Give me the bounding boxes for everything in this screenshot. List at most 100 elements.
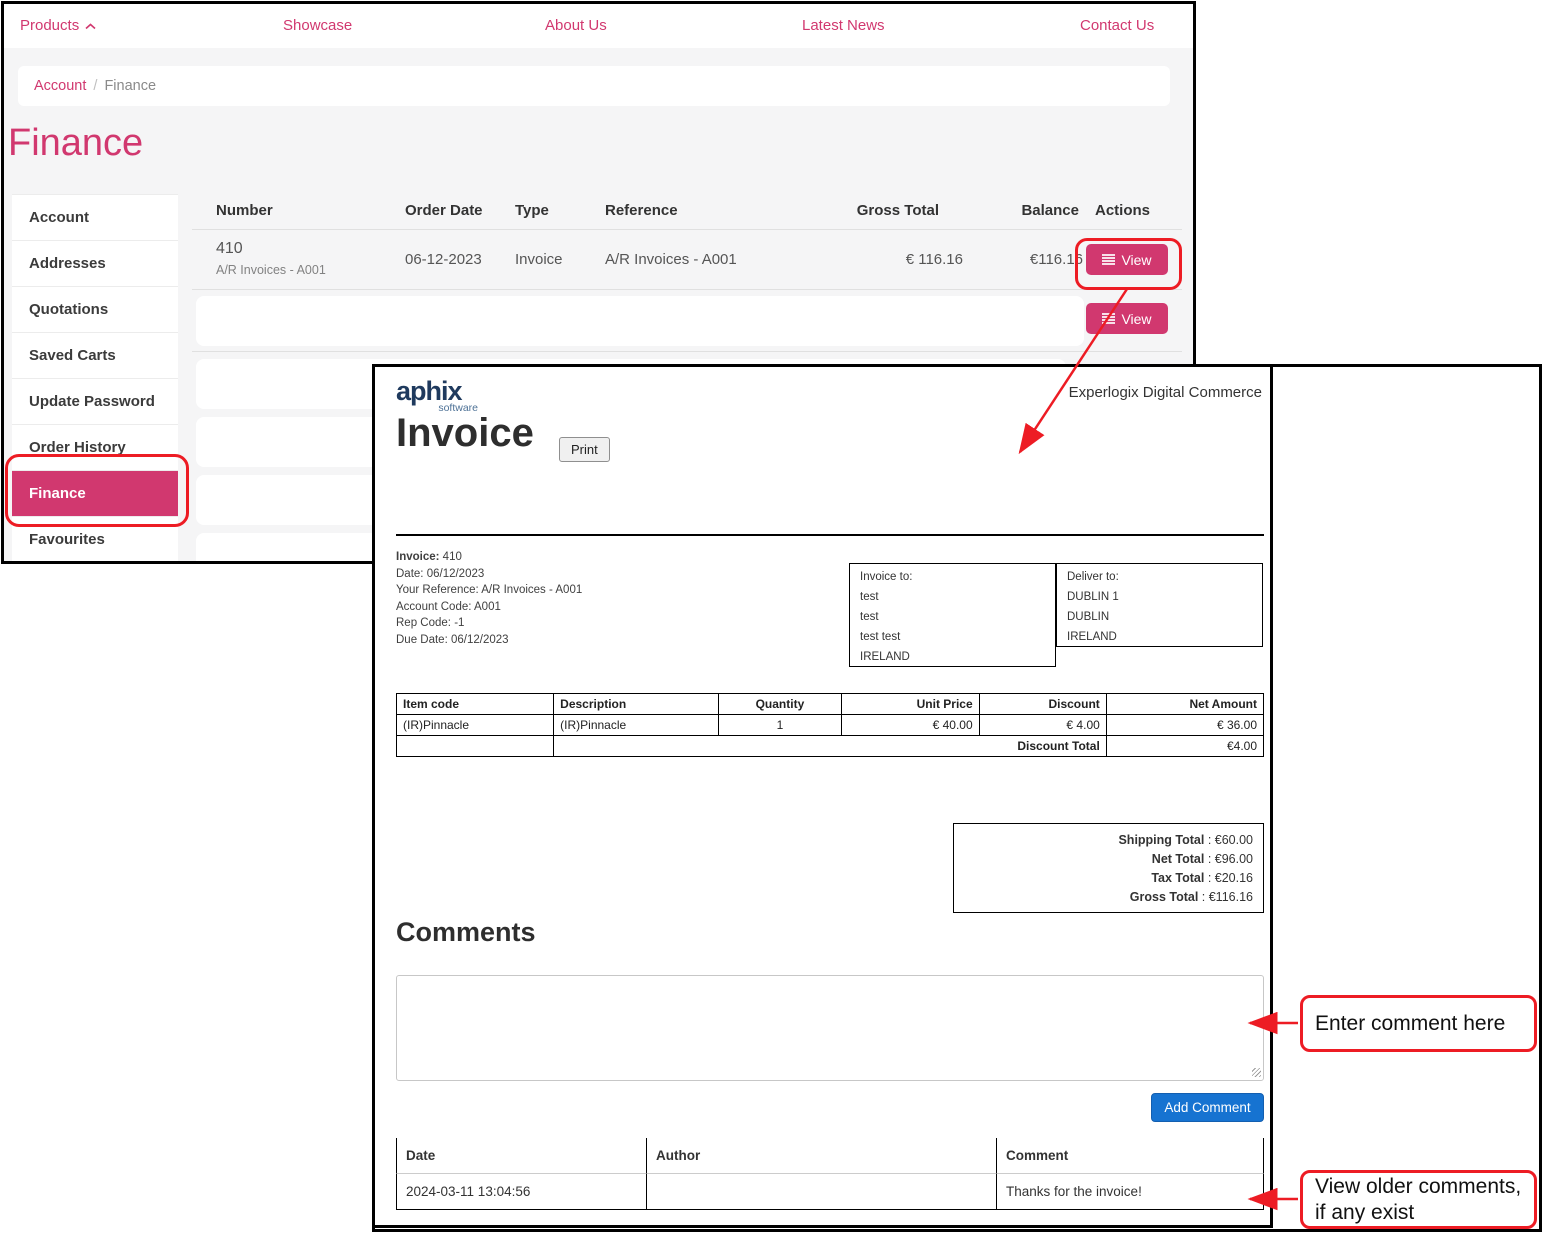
sidebar-item-account[interactable]: Account (12, 195, 178, 241)
invoice-to-line: test test (860, 631, 1045, 643)
view-button-highlight-annotation (1075, 238, 1182, 290)
comment-input[interactable] (396, 975, 1264, 1081)
comment-date: 2024-03-11 13:04:56 (396, 1174, 646, 1210)
sidebar-item-update-password[interactable]: Update Password (12, 379, 178, 425)
detail-account-code: Account Code: A001 (396, 601, 582, 613)
detail-reference: Your Reference: A/R Invoices - A001 (396, 584, 582, 596)
comment-row: 2024-03-11 13:04:56 Thanks for the invoi… (396, 1174, 1264, 1210)
items-header-row: Item code Description Quantity Unit Pric… (397, 694, 1264, 715)
items-col-unit-price: Unit Price (841, 694, 979, 715)
deliver-to-line: IRELAND (1067, 631, 1252, 643)
col-header-order-date: Order Date (405, 202, 483, 219)
item-quantity: 1 (719, 715, 841, 736)
resize-grip-icon[interactable] (1252, 1068, 1261, 1077)
breadcrumb: Account / Finance (18, 66, 1170, 106)
finance-highlight-annotation (5, 454, 189, 527)
comments-table: Date Author Comment 2024-03-11 13:04:56 … (396, 1138, 1264, 1210)
breadcrumb-current: Finance (104, 78, 156, 94)
nav-latest-news[interactable]: Latest News (802, 4, 885, 48)
deliver-to-title: Deliver to: (1067, 571, 1252, 583)
gross-total: Gross Total : €116.16 (964, 888, 1253, 907)
detail-date: Date: 06/12/2023 (396, 568, 582, 580)
comments-col-author: Author (646, 1138, 996, 1174)
item-unit-price: € 40.00 (841, 715, 979, 736)
items-col-quantity: Quantity (719, 694, 841, 715)
nav-products[interactable]: Products (20, 4, 96, 48)
nav-showcase[interactable]: Showcase (283, 4, 352, 48)
deliver-to-line: DUBLIN 1 (1067, 591, 1252, 603)
table-divider (192, 229, 1182, 230)
invoice-to-title: Invoice to: (860, 571, 1045, 583)
breadcrumb-account-link[interactable]: Account (34, 78, 86, 94)
invoice-popup: aphix software Experlogix Digital Commer… (372, 364, 1542, 1232)
detail-rep-code: Rep Code: -1 (396, 617, 582, 629)
net-total: Net Total : €96.00 (964, 850, 1253, 869)
invoice-to-box: Invoice to: test test test test IRELAND (849, 563, 1056, 667)
comment-text: Thanks for the invoice! (996, 1174, 1264, 1210)
discount-total-value: €4.00 (1106, 736, 1263, 757)
col-header-actions: Actions (1095, 202, 1150, 219)
aphix-logo: aphix software (396, 378, 482, 414)
invoice-number-sub: A/R Invoices - A001 (216, 263, 326, 277)
view-button-label: View (1121, 311, 1151, 327)
invoice-to-line: test (860, 591, 1045, 603)
nav-contact-us[interactable]: Contact Us (1080, 4, 1154, 48)
list-lines-icon (1102, 313, 1115, 324)
detail-due-date: Due Date: 06/12/2023 (396, 634, 582, 646)
col-header-type: Type (515, 202, 549, 219)
nav-products-label: Products (20, 17, 79, 34)
invoice-document: aphix software Experlogix Digital Commer… (375, 367, 1273, 1228)
sidebar-item-saved-carts[interactable]: Saved Carts (12, 333, 178, 379)
nav-about-us[interactable]: About Us (545, 4, 607, 48)
enter-comment-callout-text: Enter comment here (1315, 1012, 1534, 1036)
sidebar-item-quotations[interactable]: Quotations (12, 287, 178, 333)
invoice-items-table: Item code Description Quantity Unit Pric… (396, 693, 1264, 757)
item-description: (IR)Pinnacle (554, 715, 719, 736)
invoice-order-date: 06-12-2023 (405, 251, 482, 268)
col-header-balance: Balance (875, 202, 1079, 219)
comments-title: Comments (396, 917, 536, 948)
items-row: (IR)Pinnacle (IR)Pinnacle 1 € 40.00 € 4.… (397, 715, 1264, 736)
items-col-net-amount: Net Amount (1106, 694, 1263, 715)
comments-col-comment: Comment (996, 1138, 1264, 1174)
enter-comment-callout: Enter comment here (1300, 995, 1537, 1052)
view-older-comments-callout: View older comments, if any exist (1300, 1170, 1537, 1229)
deliver-to-box: Deliver to: DUBLIN 1 DUBLIN IRELAND (1056, 563, 1263, 647)
platform-name: Experlogix Digital Commerce (1069, 384, 1262, 401)
deliver-to-line: DUBLIN (1067, 611, 1252, 623)
table-divider (192, 289, 1182, 290)
invoice-balance: €116.16 (875, 251, 1083, 268)
invoice-to-line: IRELAND (860, 651, 1045, 663)
view-older-callout-line1: View older comments, (1315, 1174, 1534, 1200)
screenshot-canvas: Products Showcase About Us Latest News C… (0, 0, 1544, 1233)
items-col-description: Description (554, 694, 719, 715)
print-button[interactable]: Print (559, 437, 610, 462)
comments-col-date: Date (396, 1138, 646, 1174)
top-navbar: Products Showcase About Us Latest News C… (4, 4, 1193, 49)
item-code: (IR)Pinnacle (397, 715, 554, 736)
table-row (196, 296, 1084, 346)
tax-total: Tax Total : €20.16 (964, 869, 1253, 888)
invoice-number: 410 (216, 240, 243, 258)
sidebar-item-addresses[interactable]: Addresses (12, 241, 178, 287)
view-invoice-button-2[interactable]: View (1086, 303, 1168, 334)
col-header-reference: Reference (605, 202, 678, 219)
comment-author (646, 1174, 996, 1210)
invoice-type: Invoice (515, 251, 563, 268)
add-comment-button[interactable]: Add Comment (1151, 1093, 1264, 1122)
view-older-callout-line2: if any exist (1315, 1200, 1534, 1226)
items-footer-row: Discount Total €4.00 (397, 736, 1264, 757)
shipping-total: Shipping Total : €60.00 (964, 831, 1253, 850)
item-discount: € 4.00 (979, 715, 1106, 736)
comments-header-row: Date Author Comment (396, 1138, 1264, 1174)
item-net-amount: € 36.00 (1106, 715, 1263, 736)
invoice-details: Invoice: 410 Date: 06/12/2023 Your Refer… (396, 551, 582, 650)
invoice-reference: A/R Invoices - A001 (605, 251, 737, 268)
breadcrumb-separator: / (93, 78, 97, 94)
empty-cell (397, 736, 554, 757)
col-header-number: Number (216, 202, 273, 219)
page-title: Finance (8, 122, 143, 165)
invoice-to-line: test (860, 611, 1045, 623)
invoice-totals-box: Shipping Total : €60.00 Net Total : €96.… (953, 823, 1264, 913)
chevron-up-icon (85, 4, 96, 48)
